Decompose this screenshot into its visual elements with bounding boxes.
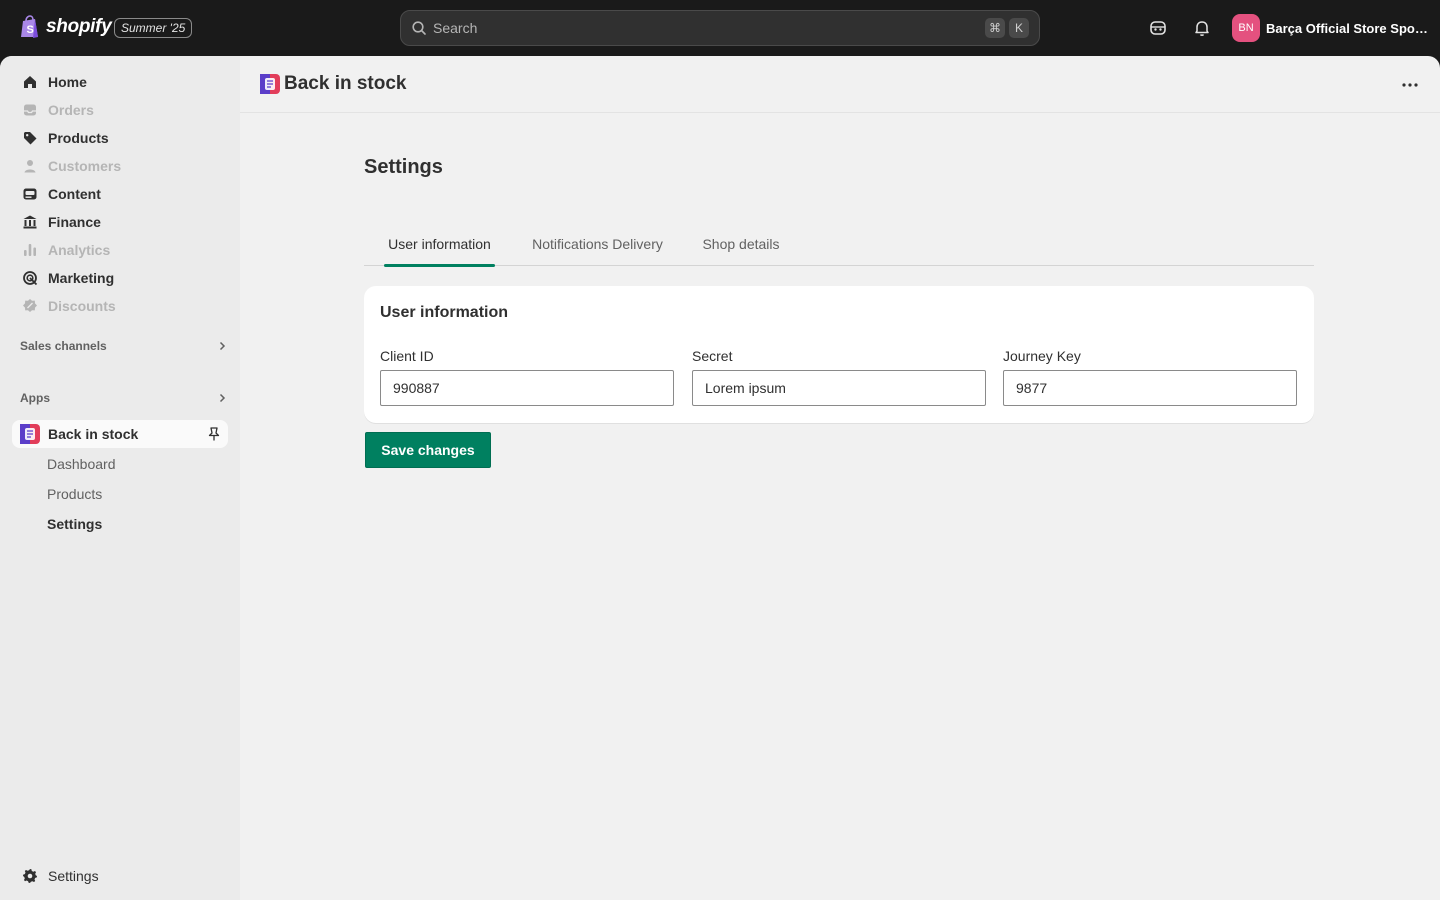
search-input[interactable]: [433, 20, 981, 36]
tag-icon: [22, 130, 38, 146]
app-name: Back in stock: [48, 426, 139, 442]
shopify-wordmark: shopify: [46, 16, 112, 37]
user-information-card: User information Client ID Secret Journe…: [364, 286, 1314, 423]
tab-notifications-delivery[interactable]: Notifications Delivery: [527, 222, 668, 266]
page-title: Settings: [364, 156, 443, 178]
sidebar-item-back-in-stock[interactable]: Back in stock: [12, 420, 228, 448]
bank-icon: [22, 214, 38, 230]
bar-chart-icon: [22, 242, 38, 258]
sidekick-glyph-icon: [1150, 21, 1166, 35]
shopify-logo[interactable]: S shopify: [20, 15, 112, 39]
journey-key-field: Journey Key: [1003, 348, 1297, 406]
sidebar-item-discounts[interactable]: Discounts: [12, 292, 228, 320]
sales-channels-label: Sales channels: [20, 339, 107, 353]
sidebar-item-products[interactable]: Products: [12, 124, 228, 152]
shortcut-key-cmd: ⌘: [985, 18, 1005, 38]
sidebar-settings-label: Settings: [48, 868, 99, 884]
sidebar-item-label: Products: [48, 130, 109, 146]
top-bar: S shopify Summer '25 ⌘ K BN Barça Offici…: [0, 0, 1440, 56]
admin-shell: Home Orders Products Customers Content F…: [0, 56, 1440, 900]
sidebar-item-analytics[interactable]: Analytics: [12, 236, 228, 264]
more-actions-button[interactable]: [1398, 75, 1422, 95]
person-icon: [22, 158, 38, 174]
target-icon: [22, 270, 38, 286]
store-name: Barça Official Store Spotif...: [1266, 20, 1430, 36]
apps-label: Apps: [20, 391, 50, 405]
save-changes-button[interactable]: Save changes: [365, 432, 491, 468]
settings-tabs: User information Notifications Delivery …: [364, 222, 1314, 267]
journey-key-input[interactable]: [1003, 370, 1297, 406]
journey-key-label: Journey Key: [1003, 348, 1081, 364]
sidekick-icon[interactable]: [1146, 16, 1170, 40]
chevron-right-icon: [219, 341, 226, 351]
inbox-icon: [22, 102, 38, 118]
sidebar-item-label: Marketing: [48, 270, 115, 286]
client-id-input[interactable]: [380, 370, 674, 406]
secret-input[interactable]: [692, 370, 986, 406]
app-logo-icon: [260, 74, 280, 94]
main-content: Back in stock Settings User information …: [240, 56, 1440, 900]
discount-icon: [22, 298, 38, 314]
sidebar-item-label: Content: [48, 186, 101, 202]
gear-icon: [23, 869, 37, 883]
shopify-bag-icon: S: [21, 15, 38, 38]
content-icon: [22, 186, 38, 202]
sidebar-item-label: Home: [48, 74, 87, 90]
sidebar-item-customers[interactable]: Customers: [12, 152, 228, 180]
tab-shop-details[interactable]: Shop details: [700, 222, 782, 266]
ellipsis-icon: [1402, 83, 1418, 87]
pin-icon[interactable]: [206, 426, 222, 442]
sidebar-item-label: Customers: [48, 158, 122, 174]
sidebar-item-settings[interactable]: Settings: [12, 862, 228, 890]
sidebar-subitem-products[interactable]: Products: [47, 486, 102, 502]
app-header: Back in stock: [240, 56, 1440, 113]
secret-field: Secret: [692, 348, 986, 406]
client-id-label: Client ID: [380, 348, 434, 364]
sidebar: Home Orders Products Customers Content F…: [0, 56, 240, 900]
sidebar-item-label: Analytics: [48, 242, 111, 258]
store-switcher[interactable]: BN Barça Official Store Spotif...: [1232, 14, 1430, 42]
sidebar-subitem-settings[interactable]: Settings: [47, 516, 102, 532]
chevron-right-icon: [219, 393, 226, 403]
sidebar-item-label: Discounts: [48, 298, 116, 314]
sidebar-item-orders[interactable]: Orders: [12, 96, 228, 124]
client-id-field: Client ID: [380, 348, 674, 406]
search-icon: [412, 21, 426, 35]
tab-user-information[interactable]: User information: [384, 222, 495, 267]
home-icon: [22, 74, 38, 90]
svg-text:S: S: [27, 24, 34, 36]
secret-label: Secret: [692, 348, 733, 364]
avatar: BN: [1232, 14, 1260, 42]
apps-section[interactable]: Apps: [20, 388, 228, 408]
shortcut-key-k: K: [1009, 18, 1029, 38]
edition-badge[interactable]: Summer '25: [114, 18, 193, 38]
sidebar-item-label: Finance: [48, 214, 101, 230]
search-bar[interactable]: ⌘ K: [400, 10, 1040, 46]
notifications-bell-icon[interactable]: [1190, 16, 1214, 40]
sidebar-item-finance[interactable]: Finance: [12, 208, 228, 236]
sales-channels-section[interactable]: Sales channels: [20, 336, 228, 356]
sidebar-item-home[interactable]: Home: [12, 68, 228, 96]
bell-icon: [1195, 21, 1209, 36]
app-logo-icon: [20, 424, 40, 444]
card-title: User information: [380, 304, 509, 321]
app-title: Back in stock: [284, 73, 407, 94]
sidebar-subitem-dashboard[interactable]: Dashboard: [47, 456, 116, 472]
sidebar-item-content[interactable]: Content: [12, 180, 228, 208]
sidebar-item-marketing[interactable]: Marketing: [12, 264, 228, 292]
sidebar-item-label: Orders: [48, 102, 94, 118]
